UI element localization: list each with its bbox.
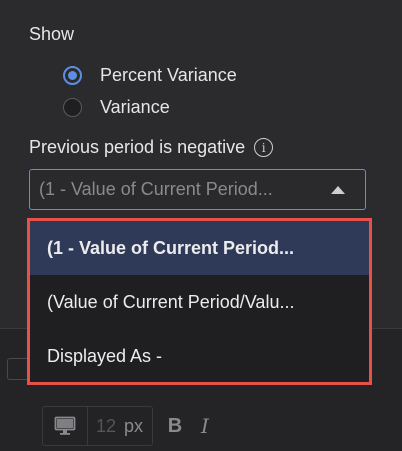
- font-size-value: 12: [96, 415, 117, 436]
- caret-up-icon: [331, 186, 345, 194]
- select-current-value: (1 - Value of Current Period...: [39, 179, 273, 199]
- info-icon[interactable]: i: [254, 138, 274, 157]
- font-size-input[interactable]: 12 px: [88, 407, 152, 445]
- dropdown-menu: (1 - Value of Current Period... (Value o…: [27, 218, 372, 385]
- italic-button[interactable]: I: [197, 414, 213, 438]
- dropdown-option[interactable]: Displayed As -: [30, 329, 369, 382]
- color-swatch[interactable]: [7, 358, 29, 380]
- font-size-unit: px: [124, 415, 144, 436]
- show-label: Show: [29, 24, 75, 44]
- previous-period-label: Previous period is negative i: [29, 137, 274, 158]
- radio-label-percent-variance: Percent Variance: [100, 65, 237, 85]
- radio-button-unchecked[interactable]: [63, 98, 82, 117]
- radio-label-variance: Variance: [100, 97, 170, 117]
- bold-button[interactable]: B: [167, 415, 183, 438]
- previous-period-label-text: Previous period is negative: [29, 137, 246, 157]
- previous-period-select[interactable]: (1 - Value of Current Period...: [29, 169, 366, 210]
- font-size-group: 12 px: [42, 406, 153, 446]
- radio-variance[interactable]: Variance: [63, 97, 170, 118]
- radio-button-checked[interactable]: [63, 66, 82, 85]
- radio-percent-variance[interactable]: Percent Variance: [63, 65, 237, 86]
- font-toolbar: 12 px B I: [42, 405, 213, 447]
- monitor-icon[interactable]: [43, 407, 88, 445]
- dropdown-option-selected[interactable]: (1 - Value of Current Period...: [30, 221, 369, 275]
- settings-panel: Show Percent Variance Variance Previous …: [0, 0, 402, 451]
- dropdown-option[interactable]: (Value of Current Period/Valu...: [30, 275, 369, 329]
